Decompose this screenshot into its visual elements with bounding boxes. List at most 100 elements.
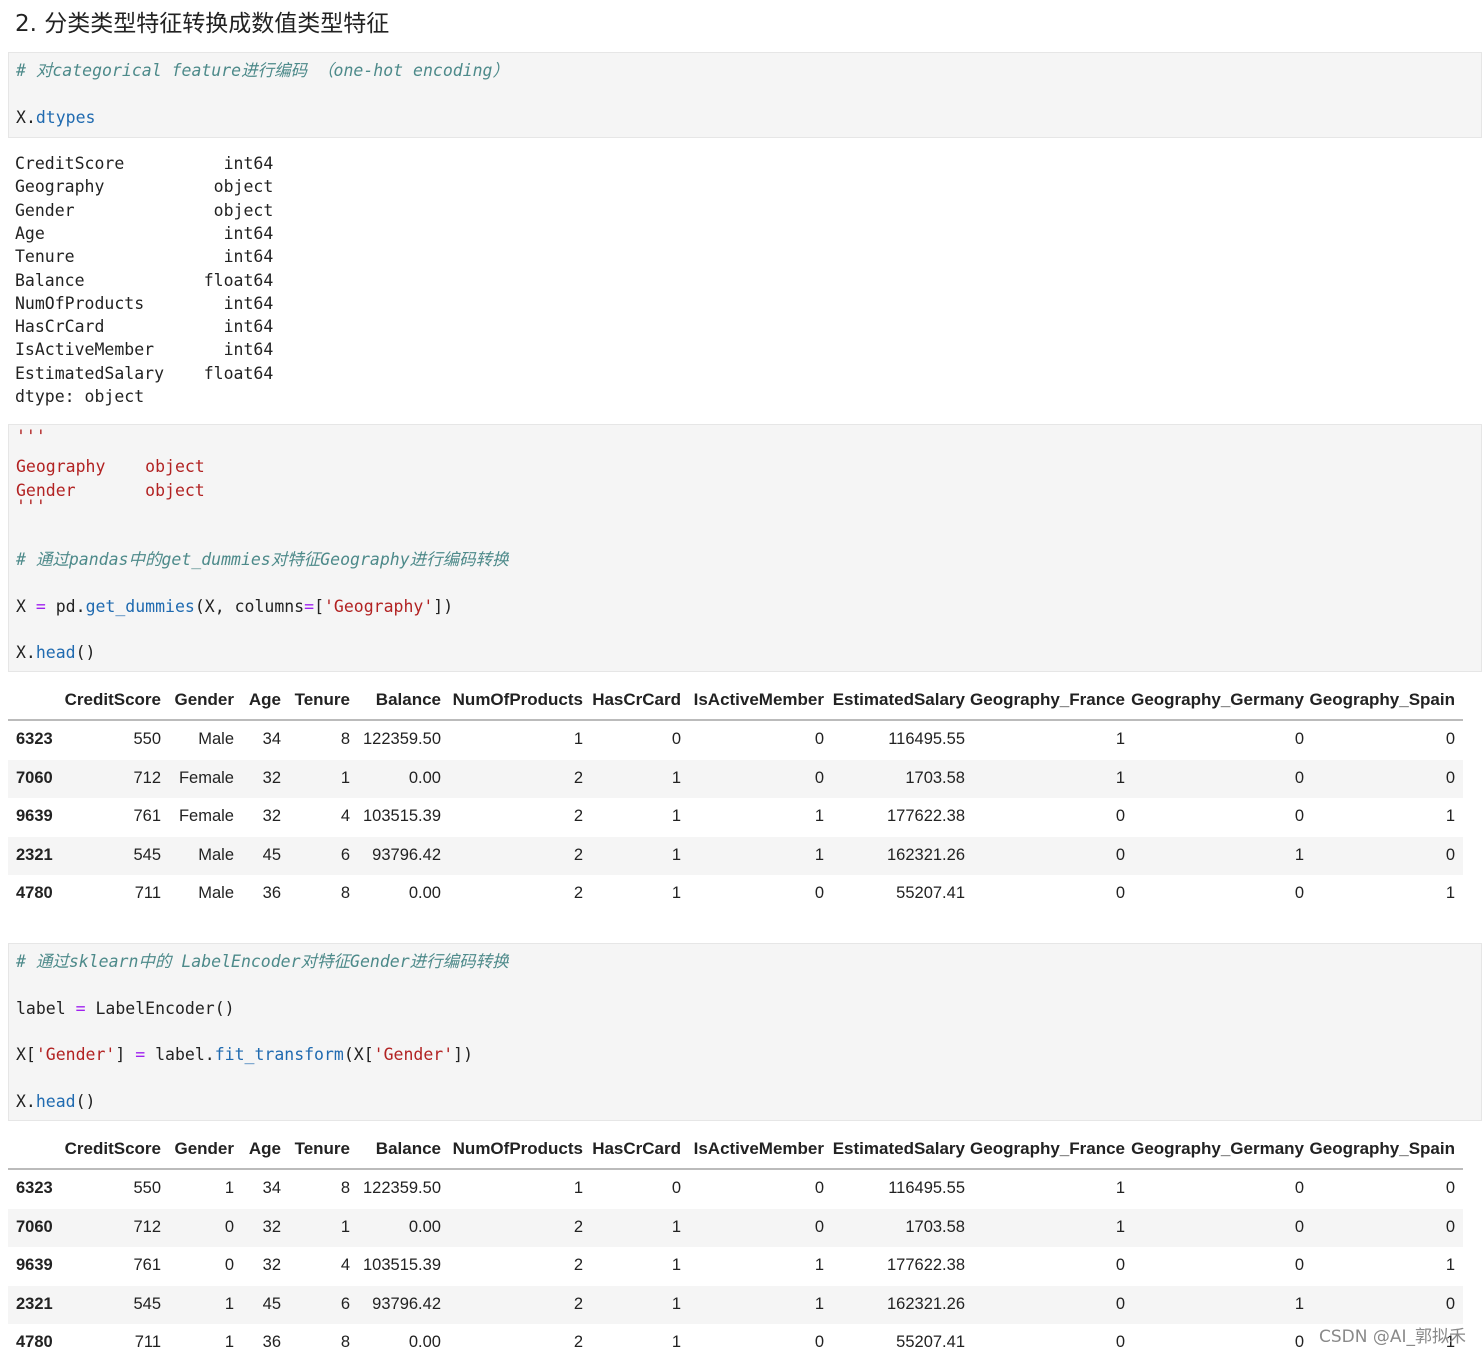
column-header: CreditScore xyxy=(64,690,161,709)
column-header: IsActiveMember xyxy=(693,690,824,709)
dataframe-table-2: CreditScore Gender Age Tenure Balance NumOfPr… xyxy=(8,1130,1463,1355)
table-row: 4780 711 1 36 8 0.00 2 1 0 55207.41 0 0 1 xyxy=(8,1324,1463,1362)
code-cell-dtypes[interactable]: # 对categorical feature进行编码 （one-hot enco… xyxy=(8,52,1482,138)
column-header: Age xyxy=(248,690,281,709)
column-header: Geography_Germany xyxy=(1131,690,1304,709)
column-header: Geography_Germany xyxy=(1131,1139,1304,1158)
table-cell: 1 xyxy=(671,1217,681,1236)
row-index: 9639 xyxy=(16,1256,53,1274)
table-cell: 1 xyxy=(224,1333,234,1351)
row-index: 6323 xyxy=(16,1179,53,1197)
column-header: CreditScore xyxy=(64,1139,161,1158)
table-cell: 0.00 xyxy=(408,768,441,787)
table-cell: 93796.42 xyxy=(372,845,441,864)
column-header: Tenure xyxy=(294,1139,350,1158)
table-row: 7060 712 0 32 1 0.00 2 1 0 1703.58 1 0 0 xyxy=(8,1208,1463,1247)
table-cell: 1 xyxy=(671,807,681,825)
table-cell: 55207.41 xyxy=(896,884,965,902)
docstring-quote: ''' xyxy=(16,427,46,446)
table-cell: 0 xyxy=(1115,1294,1125,1313)
column-header: Geography_Spain xyxy=(1309,1139,1455,1158)
table-cell: 0.00 xyxy=(408,884,441,902)
table-cell: 0 xyxy=(1445,730,1455,748)
column-header: HasCrCard xyxy=(592,1139,681,1158)
table-cell: 1 xyxy=(340,1217,350,1236)
table-cell: 0 xyxy=(1294,1179,1304,1197)
table-cell: 1 xyxy=(671,1333,681,1351)
row-index: 4780 xyxy=(16,884,53,902)
column-header: Balance xyxy=(375,1139,441,1158)
dtypes-output-line: Gender object xyxy=(15,200,274,220)
table-cell: 0 xyxy=(1115,807,1125,825)
table-cell: 550 xyxy=(133,1179,161,1197)
table-cell: 1 xyxy=(671,845,681,864)
table-cell: 162321.26 xyxy=(887,1294,965,1313)
table-row: 6323 550 Male 34 8 122359.50 1 0 0 116495.55 1 0 0 xyxy=(8,721,1463,759)
table-cell: 0 xyxy=(1294,1217,1304,1236)
table-cell: 1 xyxy=(1115,1217,1125,1236)
table-cell: 55207.41 xyxy=(896,1333,965,1351)
table-cell: 545 xyxy=(133,1294,161,1313)
table-cell: 0 xyxy=(1294,884,1304,902)
table-cell: 103515.39 xyxy=(363,807,441,825)
table-cell: 8 xyxy=(340,1333,350,1351)
column-header: NumOfProducts xyxy=(452,690,583,709)
table-cell: 4 xyxy=(340,807,350,825)
table-cell: 1 xyxy=(224,1179,234,1197)
table-cell: 0 xyxy=(1445,1294,1455,1313)
table-cell: 1 xyxy=(1294,845,1304,864)
table-cell: 1 xyxy=(1115,768,1125,787)
code-line-dtypes: X.dtypes xyxy=(16,108,96,127)
table-cell: 0 xyxy=(224,1217,234,1236)
code-cell-label-encoder[interactable]: # 通过sklearn中的 LabelEncoder对特征Gender进行编码转… xyxy=(8,943,1482,1121)
table-header: CreditScore Gender Age Tenure Balance NumOfPr… xyxy=(8,681,1463,721)
table-cell: 2 xyxy=(573,1294,583,1313)
table-cell: 0.00 xyxy=(408,1333,441,1351)
table-cell: 0 xyxy=(1445,1179,1455,1197)
table-cell: 2 xyxy=(573,1256,583,1274)
table-cell: 0 xyxy=(671,1179,681,1197)
column-header: Tenure xyxy=(294,690,350,709)
table-cell: 2 xyxy=(573,1217,583,1236)
column-header: Geography_France xyxy=(970,690,1125,709)
table-cell: 34 xyxy=(262,1179,281,1197)
table-cell: 8 xyxy=(340,1179,350,1197)
row-index: 9639 xyxy=(16,807,53,825)
table-cell: 0 xyxy=(671,730,681,748)
table-cell: 1 xyxy=(340,768,350,787)
table-cell: 36 xyxy=(262,1333,281,1351)
table-cell: 45 xyxy=(262,845,281,864)
table-cell: 2 xyxy=(573,807,583,825)
table-row: 2321 545 Male 45 6 93796.42 2 1 1 162321.26 0 1 0 xyxy=(8,836,1463,875)
table-cell: 1 xyxy=(814,845,824,864)
code-cell-get-dummies[interactable]: ''' Geography object Gender object ''' #… xyxy=(8,424,1482,672)
table-cell: 4 xyxy=(340,1256,350,1274)
table-cell: 2 xyxy=(573,768,583,787)
table-cell: 1 xyxy=(1445,884,1455,902)
table-cell: 1 xyxy=(1115,1179,1125,1197)
code-line-head: X.head() xyxy=(16,1092,96,1111)
table-cell: 0 xyxy=(1294,730,1304,748)
table-cell: 162321.26 xyxy=(887,845,965,864)
code-line-label-encoder: label = LabelEncoder() xyxy=(16,999,235,1018)
table-cell: 1 xyxy=(1445,807,1455,825)
table-cell: 1 xyxy=(671,1256,681,1274)
dtypes-output-line: EstimatedSalary float64 xyxy=(15,363,274,383)
table-cell: 0 xyxy=(1115,1333,1125,1351)
table-cell: 0 xyxy=(1294,768,1304,787)
table-cell: 1703.58 xyxy=(905,768,965,787)
column-header: HasCrCard xyxy=(592,690,681,709)
table-cell: 32 xyxy=(262,807,281,825)
table-cell: 36 xyxy=(262,884,281,902)
docstring-quote: ''' xyxy=(16,497,46,516)
column-header: Geography_France xyxy=(970,1139,1125,1158)
column-header: EstimatedSalary xyxy=(832,690,965,709)
table-cell: 116495.55 xyxy=(888,1179,965,1197)
table-cell: 45 xyxy=(262,1294,281,1313)
table-cell: 1 xyxy=(224,1294,234,1313)
column-header: NumOfProducts xyxy=(452,1139,583,1158)
row-index: 2321 xyxy=(16,1294,53,1313)
row-index: 6323 xyxy=(16,730,53,748)
table-cell: 6 xyxy=(340,1294,350,1313)
table-cell: 712 xyxy=(133,768,161,787)
